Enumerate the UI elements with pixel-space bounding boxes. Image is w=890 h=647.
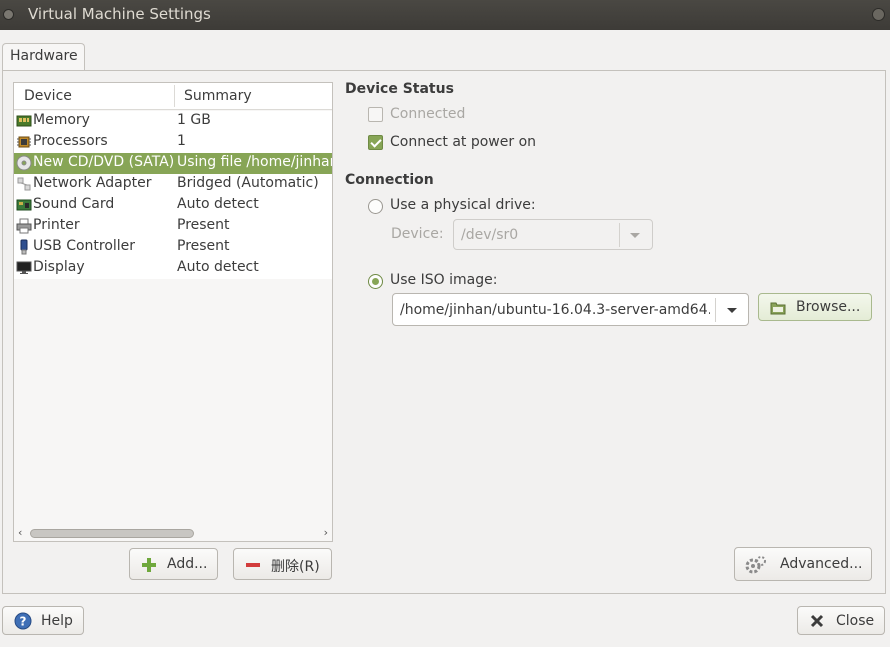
- help-button[interactable]: ? Help: [2, 606, 84, 635]
- device-label: Device:: [391, 226, 444, 242]
- device-list[interactable]: Device Summary Memory 1 GB Processors 1: [13, 82, 333, 542]
- device-name: Display: [33, 259, 85, 275]
- device-row-processors[interactable]: Processors 1: [14, 132, 332, 153]
- device-status-title: Device Status: [345, 81, 454, 97]
- window-title: Virtual Machine Settings: [28, 5, 211, 23]
- usb-icon: [20, 239, 28, 255]
- network-adapter-icon: [17, 177, 31, 191]
- sound-card-icon: [16, 199, 32, 211]
- chevron-down-icon[interactable]: [727, 308, 737, 313]
- remove-button[interactable]: 删除(R): [233, 548, 332, 580]
- tab-hardware-label: Hardware: [10, 48, 78, 64]
- connected-label: Connected: [390, 106, 466, 122]
- connected-checkbox[interactable]: [368, 107, 383, 122]
- gear-icon: [745, 556, 766, 574]
- close-icon: [810, 614, 824, 628]
- printer-icon: [16, 218, 32, 234]
- display-icon: [16, 261, 32, 274]
- device-summary: 1 GB: [177, 112, 211, 128]
- folder-icon: [770, 302, 786, 315]
- help-button-label: Help: [41, 613, 73, 629]
- scrollbar-thumb[interactable]: [30, 529, 194, 538]
- add-button-label: Add...: [167, 556, 208, 572]
- device-row-sound-card[interactable]: Sound Card Auto detect: [14, 195, 332, 216]
- plus-icon: [142, 558, 156, 572]
- device-name: Network Adapter: [33, 175, 152, 191]
- minus-icon: [246, 563, 260, 567]
- device-name: USB Controller: [33, 238, 136, 254]
- tab-hardware[interactable]: Hardware: [2, 43, 85, 71]
- connection-title: Connection: [345, 172, 434, 188]
- device-summary: Bridged (Automatic): [177, 175, 319, 191]
- memory-icon: [16, 115, 32, 127]
- device-name: Printer: [33, 217, 80, 233]
- list-header: Device Summary: [14, 83, 332, 110]
- device-row-network-adapter[interactable]: Network Adapter Bridged (Automatic): [14, 174, 332, 195]
- chevron-down-icon[interactable]: [630, 233, 640, 238]
- iso-path-combo[interactable]: /home/jinhan/ubuntu-16.04.3-server-amd64…: [392, 293, 749, 326]
- physical-drive-radio[interactable]: [368, 199, 383, 214]
- iso-image-label: Use ISO image:: [390, 272, 498, 288]
- device-row-memory[interactable]: Memory 1 GB: [14, 111, 332, 132]
- device-summary: Using file /home/jinhan: [177, 154, 332, 170]
- processor-icon: [17, 136, 31, 148]
- advanced-button-label: Advanced...: [780, 556, 863, 572]
- device-row-usb-controller[interactable]: USB Controller Present: [14, 237, 332, 258]
- title-bar: Virtual Machine Settings: [0, 0, 890, 30]
- device-select-value: /dev/sr0: [461, 227, 519, 243]
- list-empty-area: [14, 280, 332, 526]
- window-menu-icon[interactable]: [3, 9, 14, 20]
- iso-image-radio[interactable]: [368, 274, 383, 289]
- device-name: Memory: [33, 112, 90, 128]
- device-row-cd-dvd[interactable]: New CD/DVD (SATA) Using file /home/jinha…: [14, 153, 332, 174]
- close-button-label: Close: [836, 613, 875, 629]
- device-summary: Present: [177, 217, 230, 233]
- device-row-printer[interactable]: Printer Present: [14, 216, 332, 237]
- column-separator: [174, 85, 175, 107]
- browse-button[interactable]: Browse...: [758, 293, 872, 321]
- device-name: Processors: [33, 133, 108, 149]
- remove-button-label: 删除(R): [271, 559, 320, 575]
- device-select[interactable]: /dev/sr0: [453, 219, 653, 250]
- column-header-summary[interactable]: Summary: [184, 88, 252, 104]
- svg-text:?: ?: [20, 615, 27, 629]
- physical-drive-label: Use a physical drive:: [390, 197, 536, 213]
- device-summary: 1: [177, 133, 186, 149]
- device-row-display[interactable]: Display Auto detect: [14, 258, 332, 279]
- window-control-icon[interactable]: [872, 8, 885, 21]
- help-icon: ?: [14, 612, 32, 630]
- device-name: New CD/DVD (SATA): [33, 154, 175, 170]
- combo-separator: [715, 298, 716, 322]
- device-summary: Auto detect: [177, 196, 259, 212]
- scroll-right-icon[interactable]: ›: [324, 526, 328, 539]
- column-header-device[interactable]: Device: [24, 88, 72, 104]
- scroll-left-icon[interactable]: ‹: [18, 526, 22, 539]
- cd-dvd-icon: [16, 155, 32, 171]
- advanced-button[interactable]: Advanced...: [734, 547, 872, 581]
- combo-separator: [619, 223, 620, 247]
- iso-path-value[interactable]: /home/jinhan/ubuntu-16.04.3-server-amd64…: [400, 302, 710, 318]
- device-name: Sound Card: [33, 196, 115, 212]
- connect-at-power-on-label: Connect at power on: [390, 134, 537, 150]
- device-summary: Auto detect: [177, 259, 259, 275]
- close-button[interactable]: Close: [797, 606, 885, 635]
- horizontal-scrollbar[interactable]: ‹ ›: [14, 526, 332, 541]
- add-button[interactable]: Add...: [129, 548, 218, 580]
- device-summary: Present: [177, 238, 230, 254]
- browse-button-label: Browse...: [796, 299, 861, 315]
- connect-at-power-on-checkbox[interactable]: [368, 135, 383, 150]
